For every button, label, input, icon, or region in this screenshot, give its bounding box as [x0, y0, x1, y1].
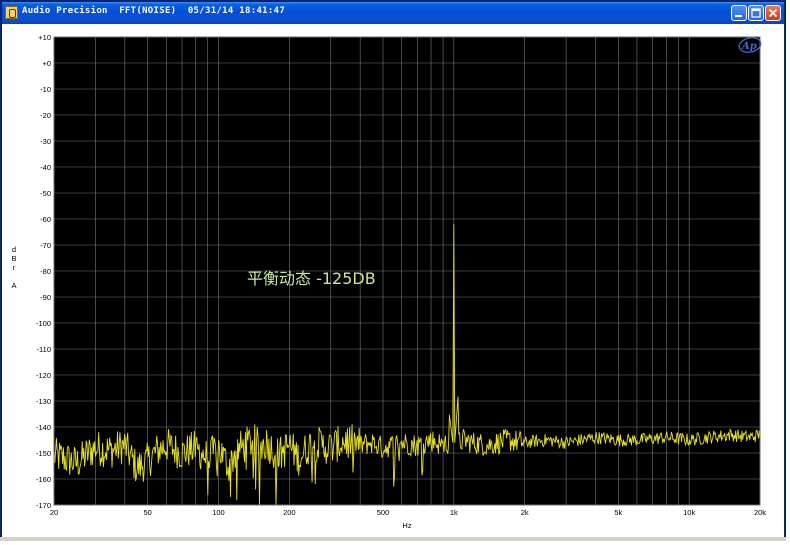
x-tick-label: 20k [754, 508, 766, 517]
y-tick-label: -80 [40, 267, 51, 276]
x-tick-label: 50 [143, 508, 151, 517]
close-button[interactable] [765, 5, 781, 21]
x-tick-label: 1k [450, 508, 458, 517]
x-axis-label: Hz [402, 521, 411, 530]
x-tick-label: 200 [283, 508, 296, 517]
y-tick-label: -50 [40, 189, 51, 198]
y-tick-label: -150 [36, 449, 51, 458]
y-axis-label-char: d [12, 245, 16, 254]
x-tick-label: 500 [377, 508, 390, 517]
app-window: Audio Precision FFT(NOISE) 05/31/14 18:4… [0, 0, 786, 541]
y-tick-label: -110 [37, 345, 51, 354]
y-tick-label: -70 [40, 241, 51, 250]
y-tick-label: -30 [40, 137, 51, 146]
minimize-button[interactable] [731, 5, 747, 21]
audio-precision-app-icon[interactable] [5, 6, 18, 19]
maximize-button[interactable] [748, 5, 764, 21]
y-tick-labels: +10 +0 -10 -20 -30 -40 -50 -60 -70 -80 -90 -100 -110… [36, 33, 51, 510]
y-tick-label: -40 [40, 163, 51, 172]
fft-chart: +10 +0 -10 -20 -30 -40 -50 -60 -70 -80 -90 -100 -110… [11, 33, 766, 530]
y-tick-label: -90 [40, 293, 51, 302]
y-tick-label: -60 [40, 215, 51, 224]
y-tick-label: -170 [36, 501, 51, 510]
y-tick-label: -10 [40, 85, 51, 94]
y-tick-label: -160 [36, 475, 51, 484]
y-axis-label: dBrA [11, 245, 16, 290]
x-tick-label: 10k [683, 508, 695, 517]
close-icon [768, 8, 778, 18]
x-tick-label: 5k [614, 508, 622, 517]
x-tick-label: 20 [50, 508, 58, 517]
title-bar[interactable]: Audio Precision FFT(NOISE) 05/31/14 18:4… [2, 2, 784, 24]
x-tick-labels: 20 50 100 200 500 1k 2k 5k 10k 20k [50, 508, 766, 517]
plot-area: +10 +0 -10 -20 -30 -40 -50 -60 -70 -80 -90 -100 -110… [2, 24, 784, 539]
y-tick-label: -20 [40, 111, 51, 120]
y-tick-label: +10 [38, 33, 51, 42]
y-tick-label: +0 [42, 59, 51, 68]
x-tick-label: 2k [521, 508, 529, 517]
y-tick-label: -120 [36, 371, 51, 380]
bottom-edge [0, 537, 786, 541]
x-tick-label: 100 [212, 508, 225, 517]
y-tick-label: -140 [36, 423, 51, 432]
y-axis-label-char: r [13, 263, 16, 272]
y-tick-label: -100 [36, 319, 51, 328]
y-tick-label: -130 [36, 397, 51, 406]
y-axis-label-char: B [11, 254, 16, 263]
minimize-icon [735, 15, 742, 17]
y-axis-label-char: A [11, 281, 16, 290]
window-title: Audio Precision FFT(NOISE) 05/31/14 18:4… [22, 6, 286, 16]
maximize-icon [751, 8, 761, 18]
annotation-text: 平衡动态 -125DB [247, 269, 376, 288]
ap-logo-text: Ap [741, 41, 757, 52]
